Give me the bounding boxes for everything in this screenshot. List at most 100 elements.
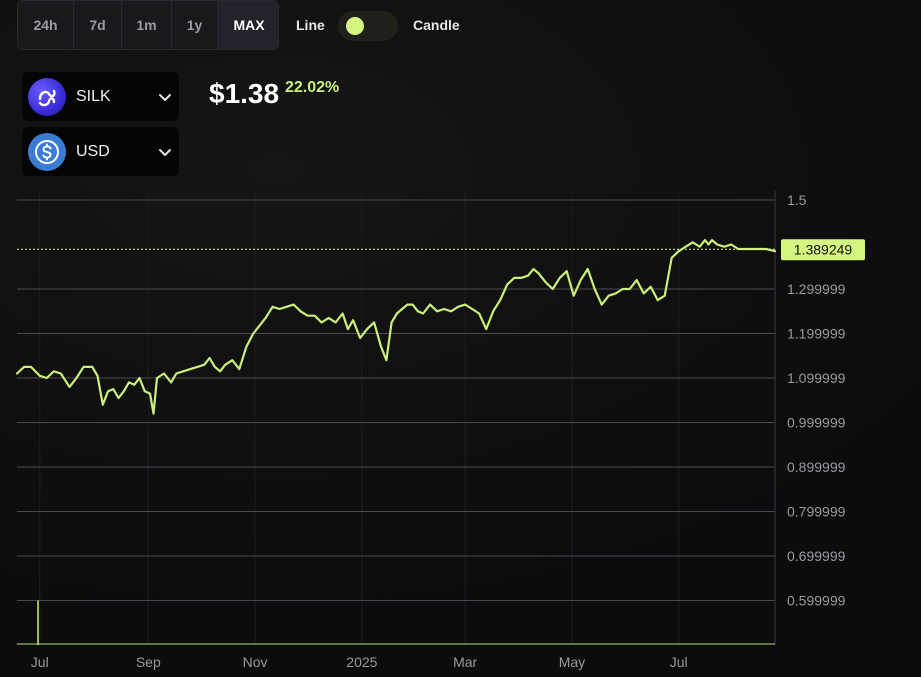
data-point: [285, 306, 288, 308]
data-point: [443, 308, 445, 310]
data-point: [30, 366, 32, 368]
data-point: [123, 390, 125, 392]
data-point: [532, 268, 535, 270]
data-point: [678, 250, 680, 252]
data-point: [506, 283, 508, 286]
data-point: [716, 243, 718, 246]
data-point: [664, 295, 666, 297]
data-point: [203, 364, 205, 366]
data-point: [156, 377, 158, 379]
data-point: [328, 317, 330, 319]
y-tick-label: 1.299999: [787, 281, 846, 297]
data-point: [53, 370, 55, 372]
data-point: [401, 308, 403, 310]
data-point: [342, 312, 344, 315]
data-point: [499, 299, 501, 301]
y-tick-label: 1.199999: [787, 326, 846, 342]
x-tick-label: Jul: [670, 654, 688, 670]
data-point: [711, 239, 713, 241]
data-point: [252, 332, 254, 335]
data-point: [128, 381, 130, 384]
data-point: [492, 310, 494, 312]
data-point: [559, 277, 561, 279]
x-tick-label: May: [559, 654, 585, 670]
data-point: [170, 381, 172, 384]
data-point: [175, 372, 177, 375]
data-point: [636, 279, 638, 281]
data-point: [321, 321, 323, 323]
data-point: [538, 272, 540, 275]
data-point: [601, 303, 603, 306]
data-point: [214, 366, 216, 368]
data-point: [429, 303, 431, 306]
data-point: [730, 243, 732, 246]
data-point: [412, 303, 414, 306]
data-point: [629, 288, 631, 290]
data-point: [231, 359, 233, 361]
data-point: [16, 372, 18, 375]
data-point: [478, 312, 480, 315]
data-point: [219, 370, 221, 372]
data-point: [699, 246, 701, 248]
data-point: [385, 359, 387, 361]
x-tick-label: Jul: [31, 654, 49, 670]
data-point: [68, 386, 71, 388]
data-point: [182, 370, 184, 372]
data-point: [82, 366, 85, 368]
y-tick-label: 0.699999: [787, 548, 846, 564]
x-tick-label: Nov: [243, 654, 268, 670]
x-tick-label: Mar: [453, 654, 477, 670]
data-point: [144, 390, 146, 392]
data-point: [352, 319, 354, 321]
data-point: [366, 328, 368, 330]
data-point: [573, 295, 575, 297]
data-point: [75, 377, 78, 379]
data-point: [306, 315, 309, 317]
price-chart[interactable]: 1.5 1.299999 1.199999 1.099999 0.999999 0.899…: [0, 0, 921, 677]
data-point: [380, 346, 382, 348]
data-point: [566, 270, 568, 272]
data-point: [133, 384, 135, 386]
y-tick-label: 1.5: [787, 192, 807, 208]
y-tick-label: 0.799999: [787, 504, 846, 520]
data-point: [406, 303, 408, 306]
x-tick-label: Sep: [136, 654, 161, 670]
data-point: [359, 337, 361, 339]
data-point: [704, 239, 706, 241]
data-point: [594, 288, 596, 290]
data-point: [608, 295, 610, 297]
data-point: [313, 315, 316, 317]
y-tick-label: 0.999999: [787, 415, 846, 431]
data-point: [335, 321, 337, 323]
data-point: [257, 326, 260, 328]
data-point: [723, 246, 725, 248]
data-point: [457, 306, 459, 308]
data-point: [587, 268, 589, 270]
data-point: [245, 346, 247, 348]
y-tick-label: 0.599999: [787, 593, 846, 609]
data-point: [271, 306, 274, 308]
data-point: [513, 277, 515, 279]
data-point: [622, 288, 624, 290]
data-point: [152, 413, 155, 415]
data-point: [102, 404, 104, 406]
data-point: [39, 375, 41, 377]
data-point: [238, 368, 240, 370]
data-point: [96, 375, 99, 377]
data-point: [657, 299, 659, 301]
data-point: [671, 257, 673, 259]
x-tick-label: 2025: [346, 654, 377, 670]
y-tick-label: 0.899999: [787, 459, 846, 475]
data-point: [299, 310, 302, 312]
data-point: [112, 388, 114, 390]
data-point: [527, 275, 529, 277]
data-point: [391, 321, 393, 323]
data-point: [396, 312, 398, 315]
data-point: [650, 286, 652, 288]
data-point: [163, 372, 165, 375]
data-point: [580, 279, 582, 281]
data-point: [643, 292, 645, 295]
data-point: [422, 312, 424, 315]
data-point: [138, 377, 141, 379]
data-point: [373, 321, 375, 323]
